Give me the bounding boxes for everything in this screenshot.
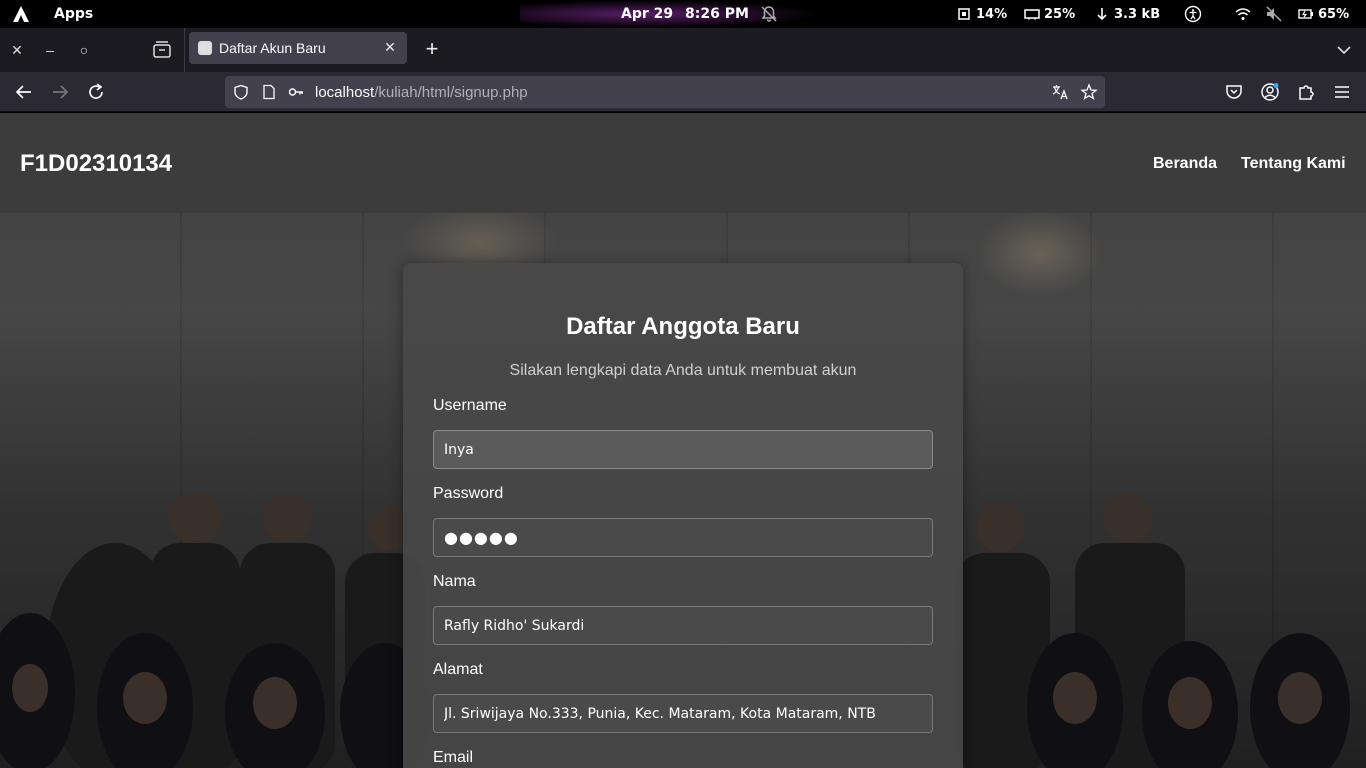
web-page: F1D02310134 Beranda Tentang Kami Daftar … [0,113,1366,768]
notifications-off-icon[interactable] [760,5,778,23]
firefox-view-icon[interactable] [151,39,173,61]
battery-value: 65% [1318,6,1350,22]
new-tab-button[interactable]: + [420,38,444,62]
apps-menu[interactable]: Apps [54,6,93,22]
memory-icon [1024,9,1040,20]
battery-indicator[interactable]: 65% [1298,6,1349,22]
network-indicator[interactable]: 3.3 kB [1094,6,1160,22]
browser-nav-toolbar: localhost/kuliah/html/signup.php [0,72,1366,112]
site-brand[interactable]: F1D02310134 [20,150,172,178]
clock-time[interactable]: 8:26 PM [685,6,749,22]
tab-title: Daftar Akun Baru [219,40,326,56]
browser-tab-strip: ✕ – ○ Daftar Akun Baru ✕ + [0,28,1366,72]
battery-charging-icon [1298,9,1313,19]
list-all-tabs-chevron-icon[interactable] [1334,40,1354,60]
wifi-icon[interactable] [1234,5,1252,23]
alamat-input[interactable] [433,694,933,733]
account-icon[interactable] [1260,82,1280,102]
reload-icon[interactable] [85,81,107,103]
nama-label: Nama [433,573,476,590]
extensions-puzzle-icon[interactable] [1296,82,1316,102]
memory-value: 25% [1044,6,1076,22]
form-subtitle: Silakan lengkapi data Anda untuk membuat… [509,362,857,379]
cpu-indicator[interactable]: 14% [956,6,1007,22]
password-label: Password [433,485,504,502]
url-path: /kuliah/html/signup.php [374,84,528,101]
back-arrow-icon[interactable] [13,81,35,103]
page-favicon-icon [198,41,212,55]
hamburger-menu-icon[interactable] [1332,82,1352,102]
url-host: localhost [315,84,375,101]
volume-muted-icon[interactable] [1265,5,1283,23]
nama-input[interactable] [433,606,933,645]
form-heading: Daftar Anggota Baru [566,313,800,340]
key-icon[interactable] [288,84,304,100]
tracking-protection-shield-icon[interactable] [233,84,249,100]
forward-arrow-icon[interactable] [49,81,71,103]
system-top-bar: Apps Apr 29 8:26 PM 14% 25% 3.3 kB 65% [0,0,1366,28]
username-input[interactable] [433,430,933,469]
url-bar[interactable]: localhost/kuliah/html/signup.php [225,76,1105,108]
site-header: F1D02310134 Beranda Tentang Kami [0,113,1366,213]
memory-indicator[interactable]: 25% [1024,6,1075,22]
tab-close-icon[interactable]: ✕ [381,38,399,56]
url-text[interactable]: localhost/kuliah/html/signup.php [315,84,528,101]
alamat-label: Alamat [433,661,483,678]
network-value: 3.3 kB [1114,6,1161,22]
nav-link-tentang-kami[interactable]: Tentang Kami [1241,155,1346,173]
distro-logo-icon[interactable] [12,5,30,23]
download-arrow-icon [1097,8,1107,21]
username-label: Username [433,397,507,414]
cpu-icon [958,8,970,20]
signup-form-card: Daftar Anggota Baru Silakan lengkapi dat… [403,263,963,768]
page-info-icon[interactable] [261,84,277,100]
pocket-icon[interactable] [1224,82,1244,102]
clock-date[interactable]: Apr 29 [621,6,673,22]
tab-active[interactable]: Daftar Akun Baru ✕ [189,32,407,64]
translate-icon[interactable] [1051,83,1069,101]
password-input[interactable] [433,518,933,557]
email-label: Email [433,749,474,766]
window-minimize-button[interactable]: – [40,40,60,60]
cpu-value: 14% [976,6,1008,22]
window-close-button[interactable]: ✕ [7,40,27,60]
window-maximize-button[interactable]: ○ [74,40,94,60]
bookmark-star-icon[interactable] [1080,83,1098,101]
nav-link-beranda[interactable]: Beranda [1153,155,1217,173]
accessibility-icon[interactable] [1184,5,1202,23]
